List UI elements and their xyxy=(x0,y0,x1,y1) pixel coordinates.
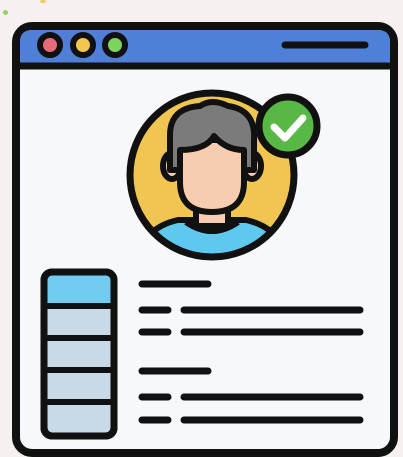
window-dot-yellow xyxy=(70,32,96,58)
sidebar-list-icon xyxy=(40,268,118,440)
sidebar-cell-1 xyxy=(47,275,111,305)
window-dot-red xyxy=(37,32,63,58)
check-badge-icon xyxy=(255,93,321,159)
profile-verified-illustration xyxy=(12,22,398,457)
window-dot-green xyxy=(102,32,128,58)
